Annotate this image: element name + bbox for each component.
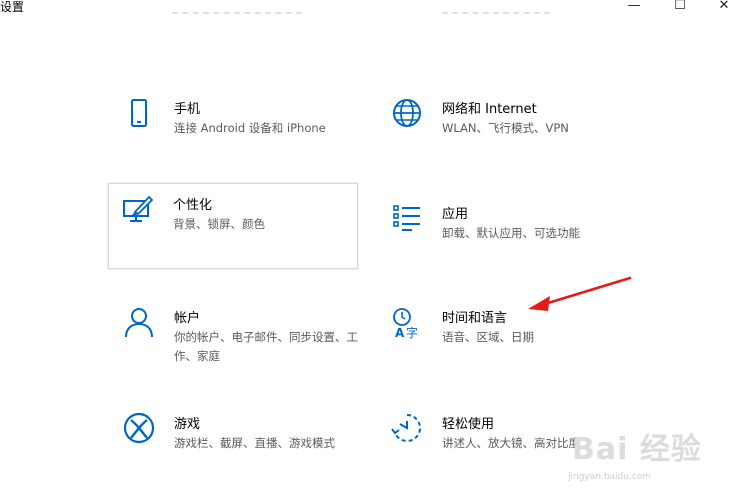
time-language-icon: A字 (390, 305, 424, 339)
globe-icon (390, 96, 424, 130)
ease-of-access-icon (390, 411, 424, 445)
tile-title: 个性化 (173, 198, 213, 213)
tile-apps[interactable]: 应用 卸载、默认应用、可选功能 (378, 193, 628, 279)
close-button[interactable]: ✕ (706, 0, 740, 15)
tile-title: 游戏 (174, 417, 201, 432)
tile-title: 应用 (442, 207, 469, 222)
tile-title: 网络和 Internet (442, 102, 537, 117)
tile-phone[interactable]: 手机 连接 Android 设备和 iPhone (110, 88, 360, 174)
apps-list-icon (390, 201, 424, 235)
cutoff-tile-text (442, 12, 550, 24)
watermark-logo-text: Bai 经验 (572, 432, 702, 467)
tile-description: 你的帐户、电子邮件、同步设置、工作、家庭 (174, 330, 358, 363)
settings-window: 设置 — ☐ ✕ 手机 连接 Android 设备和 iPhone 网络和 In… (0, 0, 740, 500)
xbox-icon (122, 411, 156, 445)
person-icon (122, 305, 156, 339)
svg-text:字: 字 (406, 325, 418, 339)
tile-description: 卸载、默认应用、可选功能 (442, 226, 580, 240)
phone-icon (122, 96, 156, 130)
tile-accounts[interactable]: 帐户 你的帐户、电子邮件、同步设置、工作、家庭 (110, 297, 360, 383)
tile-description: 背景、锁屏、颜色 (173, 217, 265, 231)
minimize-button[interactable]: — (616, 0, 652, 15)
cutoff-tile-text (172, 12, 302, 24)
personalization-icon (121, 192, 155, 226)
tile-description: 语音、区域、日期 (442, 330, 534, 344)
window-title: 设置 (0, 0, 25, 14)
tile-gaming[interactable]: 游戏 游戏栏、截屏、直播、游戏模式 (110, 403, 360, 489)
svg-text:A: A (395, 326, 405, 339)
tile-title: 帐户 (174, 311, 201, 326)
title-bar: 设置 — ☐ ✕ (0, 0, 740, 14)
tile-description: WLAN、飞行模式、VPN (442, 121, 569, 135)
tile-description: 连接 Android 设备和 iPhone (174, 121, 326, 135)
tile-title: 时间和语言 (442, 311, 508, 326)
tile-title: 手机 (174, 102, 201, 117)
watermark-url: jingyan.baidu.com (568, 472, 652, 482)
baidu-watermark: Bai 经验 jingyan.baidu.com (560, 418, 738, 496)
maximize-button[interactable]: ☐ (662, 0, 698, 15)
tile-title: 轻松使用 (442, 417, 495, 432)
tile-network-internet[interactable]: 网络和 Internet WLAN、飞行模式、VPN (378, 88, 628, 174)
tile-description: 游戏栏、截屏、直播、游戏模式 (174, 436, 335, 450)
tile-personalization[interactable]: 个性化 背景、锁屏、颜色 (108, 183, 358, 269)
tile-time-language[interactable]: A字 时间和语言 语音、区域、日期 (378, 297, 628, 383)
